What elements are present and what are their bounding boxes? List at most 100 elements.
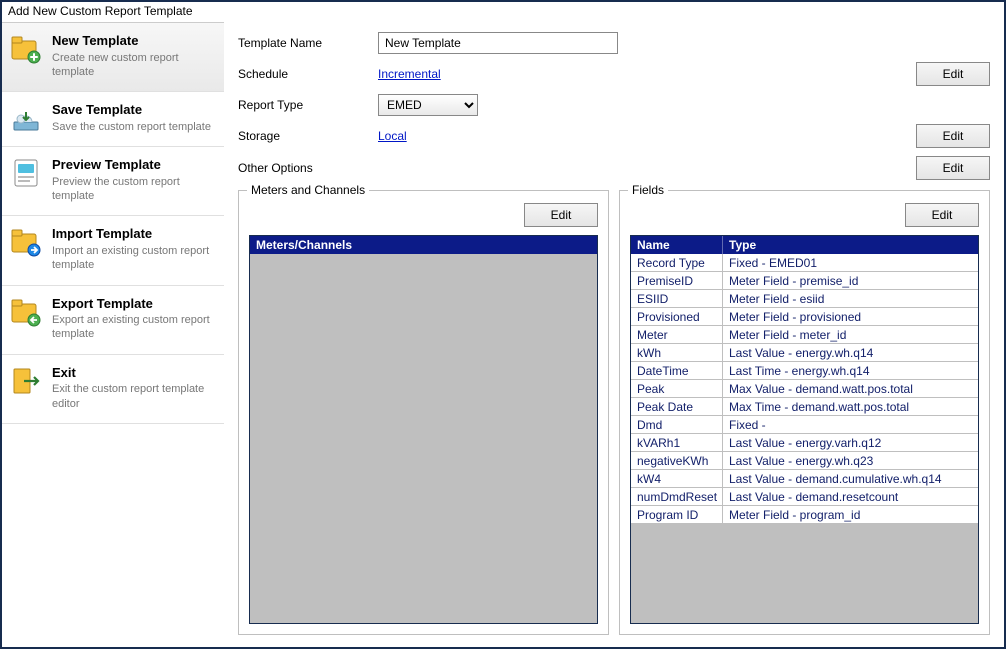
document-preview-icon xyxy=(10,157,42,189)
sidebar-item-sub: Preview the custom report template xyxy=(52,175,216,204)
meters-panel-title: Meters and Channels xyxy=(247,183,369,197)
fields-grid-header: Name Type xyxy=(631,236,978,254)
field-type-cell: Last Value - energy.varh.q12 xyxy=(723,434,978,451)
field-name-cell: numDmdReset xyxy=(631,488,723,505)
sidebar-item-sub: Import an existing custom report templat… xyxy=(52,244,216,273)
table-row[interactable]: Peak DateMax Time - demand.watt.pos.tota… xyxy=(631,398,978,416)
meters-grid-body xyxy=(250,254,597,623)
exit-icon xyxy=(10,365,42,397)
report-type-select[interactable]: EMED xyxy=(378,94,478,116)
window-body: New Template Create new custom report te… xyxy=(2,22,1004,647)
fields-column-type-header[interactable]: Type xyxy=(723,236,978,254)
other-options-label: Other Options xyxy=(238,161,378,175)
field-name-cell: ESIID xyxy=(631,290,723,307)
meters-toolbar: Edit xyxy=(249,201,598,229)
fields-column-name-header[interactable]: Name xyxy=(631,236,723,254)
template-name-label: Template Name xyxy=(238,36,378,50)
panels-row: Meters and Channels Edit Meters/Channels… xyxy=(238,190,990,635)
table-row[interactable]: PeakMax Value - demand.watt.pos.total xyxy=(631,380,978,398)
field-type-cell: Meter Field - provisioned xyxy=(723,308,978,325)
field-name-cell: Dmd xyxy=(631,416,723,433)
meters-grid[interactable]: Meters/Channels xyxy=(249,235,598,624)
field-type-cell: Meter Field - esiid xyxy=(723,290,978,307)
field-type-cell: Meter Field - program_id xyxy=(723,506,978,523)
field-name-cell: Peak xyxy=(631,380,723,397)
sidebar-item-sub: Save the custom report template xyxy=(52,120,211,134)
table-row[interactable]: Record TypeFixed - EMED01 xyxy=(631,254,978,272)
fields-grid-body: Record TypeFixed - EMED01PremiseIDMeter … xyxy=(631,254,978,623)
field-name-cell: negativeKWh xyxy=(631,452,723,469)
sidebar-item-label: Import Template xyxy=(52,226,216,242)
sidebar-item-label: Save Template xyxy=(52,102,211,118)
field-type-cell: Fixed - EMED01 xyxy=(723,254,978,271)
field-name-cell: kVARh1 xyxy=(631,434,723,451)
field-name-cell: Meter xyxy=(631,326,723,343)
sidebar-item-preview-template[interactable]: Preview Template Preview the custom repo… xyxy=(2,147,224,216)
schedule-link[interactable]: Incremental xyxy=(378,67,441,81)
field-name-cell: kW4 xyxy=(631,470,723,487)
fields-panel-title: Fields xyxy=(628,183,668,197)
field-name-cell: DateTime xyxy=(631,362,723,379)
sidebar-item-export-template[interactable]: Export Template Export an existing custo… xyxy=(2,286,224,355)
field-type-cell: Last Value - demand.cumulative.wh.q14 xyxy=(723,470,978,487)
table-row[interactable]: PremiseIDMeter Field - premise_id xyxy=(631,272,978,290)
other-options-edit-button[interactable]: Edit xyxy=(916,156,990,180)
sidebar-item-sub: Export an existing custom report templat… xyxy=(52,313,216,342)
fields-edit-button[interactable]: Edit xyxy=(905,203,979,227)
storage-label: Storage xyxy=(238,129,378,143)
fields-grid[interactable]: Name Type Record TypeFixed - EMED01Premi… xyxy=(630,235,979,624)
field-type-cell: Max Time - demand.watt.pos.total xyxy=(723,398,978,415)
field-type-cell: Meter Field - premise_id xyxy=(723,272,978,289)
main-content: Template Name Schedule Incremental Edit … xyxy=(224,22,1004,647)
field-type-cell: Last Time - energy.wh.q14 xyxy=(723,362,978,379)
table-row[interactable]: DmdFixed - xyxy=(631,416,978,434)
sidebar-item-sub: Create new custom report template xyxy=(52,51,216,80)
table-row[interactable]: ESIIDMeter Field - esiid xyxy=(631,290,978,308)
sidebar-item-label: New Template xyxy=(52,33,216,49)
table-row[interactable]: kWhLast Value - energy.wh.q14 xyxy=(631,344,978,362)
sidebar-item-sub: Exit the custom report template editor xyxy=(52,382,216,411)
table-row[interactable]: Program IDMeter Field - program_id xyxy=(631,506,978,524)
folder-import-icon xyxy=(10,226,42,258)
sidebar-item-new-template[interactable]: New Template Create new custom report te… xyxy=(2,23,224,92)
folder-plus-icon xyxy=(10,33,42,65)
field-name-cell: Peak Date xyxy=(631,398,723,415)
field-type-cell: Max Value - demand.watt.pos.total xyxy=(723,380,978,397)
fields-toolbar: Edit xyxy=(630,201,979,229)
field-name-cell: PremiseID xyxy=(631,272,723,289)
schedule-label: Schedule xyxy=(238,67,378,81)
template-name-input[interactable] xyxy=(378,32,618,54)
sidebar-item-import-template[interactable]: Import Template Import an existing custo… xyxy=(2,216,224,285)
sidebar-item-label: Preview Template xyxy=(52,157,216,173)
table-row[interactable]: ProvisionedMeter Field - provisioned xyxy=(631,308,978,326)
table-row[interactable]: DateTimeLast Time - energy.wh.q14 xyxy=(631,362,978,380)
sidebar-item-save-template[interactable]: Save Template Save the custom report tem… xyxy=(2,92,224,147)
meters-grid-header: Meters/Channels xyxy=(250,236,597,254)
template-form: Template Name Schedule Incremental Edit … xyxy=(238,32,990,180)
field-name-cell: Record Type xyxy=(631,254,723,271)
sidebar-item-exit[interactable]: Exit Exit the custom report template edi… xyxy=(2,355,224,424)
cloud-save-icon xyxy=(10,102,42,134)
field-type-cell: Meter Field - meter_id xyxy=(723,326,978,343)
sidebar-item-label: Export Template xyxy=(52,296,216,312)
table-row[interactable]: numDmdResetLast Value - demand.resetcoun… xyxy=(631,488,978,506)
field-name-cell: Program ID xyxy=(631,506,723,523)
table-row[interactable]: kVARh1Last Value - energy.varh.q12 xyxy=(631,434,978,452)
schedule-edit-button[interactable]: Edit xyxy=(916,62,990,86)
sidebar: New Template Create new custom report te… xyxy=(2,22,224,647)
meters-edit-button[interactable]: Edit xyxy=(524,203,598,227)
field-type-cell: Last Value - energy.wh.q14 xyxy=(723,344,978,361)
storage-link[interactable]: Local xyxy=(378,129,407,143)
storage-edit-button[interactable]: Edit xyxy=(916,124,990,148)
table-row[interactable]: kW4Last Value - demand.cumulative.wh.q14 xyxy=(631,470,978,488)
folder-export-icon xyxy=(10,296,42,328)
field-type-cell: Last Value - energy.wh.q23 xyxy=(723,452,978,469)
window-title: Add New Custom Report Template xyxy=(2,2,1004,22)
meters-panel: Meters and Channels Edit Meters/Channels xyxy=(238,190,609,635)
table-row[interactable]: MeterMeter Field - meter_id xyxy=(631,326,978,344)
table-row[interactable]: negativeKWhLast Value - energy.wh.q23 xyxy=(631,452,978,470)
fields-panel: Fields Edit Name Type Record TypeFixed -… xyxy=(619,190,990,635)
meters-column-header[interactable]: Meters/Channels xyxy=(250,236,597,254)
field-type-cell: Last Value - demand.resetcount xyxy=(723,488,978,505)
field-type-cell: Fixed - xyxy=(723,416,978,433)
